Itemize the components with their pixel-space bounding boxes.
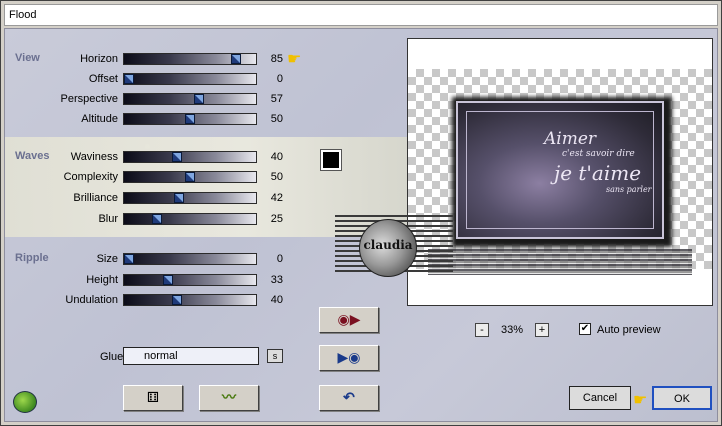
preview-image: Aimer c'est savoir dire je t'aime sans p…	[456, 101, 664, 239]
value-brilliance: 42	[270, 192, 283, 204]
slider-thumb[interactable]	[152, 214, 162, 224]
watermark-text: claudia	[363, 238, 413, 252]
preview-text-line: Aimer	[544, 129, 597, 149]
slider-undulation[interactable]	[123, 294, 257, 306]
auto-preview-label: Auto preview	[597, 324, 661, 336]
slider-thumb[interactable]	[185, 114, 195, 124]
wave-icon: 〰	[222, 389, 236, 405]
zoom-in-button[interactable]: +	[535, 323, 549, 337]
preview-text-line: sans parler	[606, 185, 652, 194]
slider-thumb[interactable]	[124, 254, 134, 264]
value-height: 33	[270, 274, 283, 286]
value-size: 0	[276, 253, 283, 265]
slider-thumb[interactable]	[174, 193, 185, 203]
value-perspective: 57	[270, 93, 283, 105]
hand-pointer-icon: ☛	[633, 392, 648, 409]
param-label-horizon: Horizon	[80, 53, 118, 65]
glue-s-button[interactable]: s	[267, 349, 283, 363]
title-bar: Flood	[4, 4, 718, 26]
slider-horizon[interactable]	[123, 53, 257, 65]
flood-reflection	[428, 249, 692, 275]
value-horizon: 85	[270, 53, 283, 65]
app-logo-icon	[13, 391, 37, 413]
slider-thumb[interactable]	[171, 152, 182, 162]
param-label-blur: Blur	[98, 213, 118, 225]
slider-thumb[interactable]	[162, 275, 173, 285]
slider-offset[interactable]	[123, 73, 257, 85]
slider-thumb[interactable]	[124, 74, 134, 84]
param-label-undulation: Undulation	[65, 294, 118, 306]
slider-waviness[interactable]	[123, 151, 257, 163]
slider-thumb[interactable]	[194, 94, 205, 104]
load-preset-button[interactable]: ◉▶	[319, 307, 379, 333]
param-label-offset: Offset	[88, 73, 118, 85]
zoom-level: 33%	[501, 324, 524, 336]
dice-icon: ⚅	[146, 389, 160, 405]
undo-icon: ↶	[343, 389, 355, 405]
watermark-logo: claudia	[359, 219, 417, 277]
slider-altitude[interactable]	[123, 113, 257, 125]
slider-thumb[interactable]	[185, 172, 195, 182]
slider-blur[interactable]	[123, 213, 257, 225]
value-undulation: 40	[270, 294, 283, 306]
glue-label: Glue	[100, 351, 124, 363]
param-label-size: Size	[96, 253, 118, 265]
param-label-perspective: Perspective	[60, 93, 118, 105]
param-label-height: Height	[86, 274, 118, 286]
color-swatch[interactable]	[320, 149, 342, 171]
main-panel: View Horizon 85 ☛ Offset 0 Perspective 5…	[4, 28, 718, 422]
slider-thumb[interactable]	[231, 54, 242, 64]
glue-select[interactable]: normal	[123, 347, 259, 365]
preview-text-line: je t'aime	[554, 161, 642, 185]
ok-button[interactable]: OK	[652, 386, 712, 410]
save-preset-icon: ▶◉	[337, 349, 361, 365]
randomize-button[interactable]: ⚅	[123, 385, 183, 411]
cancel-button[interactable]: Cancel	[569, 386, 631, 410]
param-label-altitude: Altitude	[81, 113, 118, 125]
auto-preview-checkbox[interactable]: ✔	[579, 323, 591, 335]
param-label-brilliance: Brilliance	[73, 192, 118, 204]
zoom-out-button[interactable]: -	[475, 323, 489, 337]
window-title: Flood	[9, 9, 37, 21]
preview-text-line: c'est savoir dire	[562, 149, 635, 159]
slider-perspective[interactable]	[123, 93, 257, 105]
reset-button[interactable]: ↶	[319, 385, 379, 411]
value-altitude: 50	[270, 113, 283, 125]
flood-dialog: Flood View Horizon 85 ☛ Offset 0 Perspec…	[0, 0, 722, 426]
slider-brilliance[interactable]	[123, 192, 257, 204]
slider-size[interactable]	[123, 253, 257, 265]
save-preset-button[interactable]: ▶◉	[319, 345, 379, 371]
value-offset: 0	[276, 73, 283, 85]
slider-thumb[interactable]	[171, 295, 182, 305]
slider-complexity[interactable]	[123, 171, 257, 183]
value-complexity: 50	[270, 171, 283, 183]
load-preset-icon: ◉▶	[337, 311, 361, 327]
slider-height[interactable]	[123, 274, 257, 286]
param-label-complexity: Complexity	[63, 171, 118, 183]
value-blur: 25	[270, 213, 283, 225]
hand-pointer-icon: ☛	[287, 51, 302, 68]
wave-button[interactable]: 〰	[199, 385, 259, 411]
param-label-waviness: Waviness	[70, 151, 118, 163]
value-waviness: 40	[270, 151, 283, 163]
